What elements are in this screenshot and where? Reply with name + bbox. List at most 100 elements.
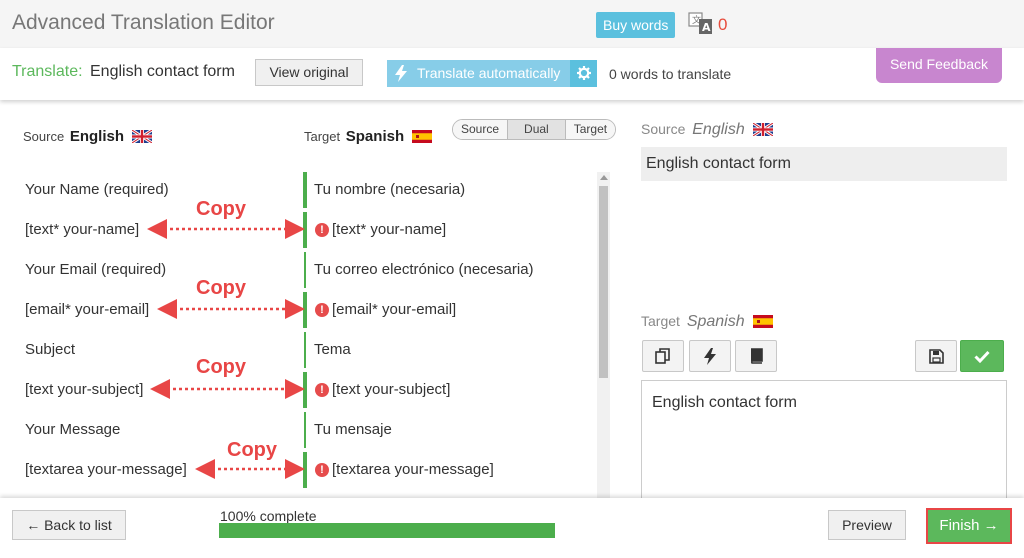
segment-list-scrollbar[interactable] [597, 172, 610, 498]
uk-flag-icon [131, 130, 152, 143]
segment-row[interactable]: Subject Tema [0, 330, 600, 370]
uk-flag-icon [752, 123, 773, 136]
target-column-header: Target Spanish [304, 128, 432, 145]
words-to-translate: 0 words to translate [609, 66, 732, 82]
finish-button[interactable]: Finish → [926, 508, 1012, 544]
source-text: Your Message [25, 421, 121, 438]
segment-status-bar [303, 292, 307, 328]
view-original-button[interactable]: View original [255, 59, 363, 86]
translate-label: Translate: [12, 63, 83, 80]
copy-icon [655, 348, 670, 364]
target-text[interactable]: [text your-subject] [332, 381, 450, 398]
source-text: Your Email (required) [25, 261, 167, 278]
target-text[interactable]: [email* your-email] [332, 301, 456, 318]
bolt-icon [704, 347, 716, 365]
copy-annotation-label: Copy [227, 439, 277, 461]
view-mode-dual[interactable]: Dual [508, 120, 566, 139]
segment-status-bar [303, 212, 307, 248]
view-mode-source[interactable]: Source [453, 120, 509, 139]
credits-count: 0 [718, 15, 728, 34]
view-mode-target[interactable]: Target [565, 120, 616, 139]
save-icon [928, 348, 944, 364]
progress-text: 100% complete [220, 508, 317, 524]
segment-row[interactable]: [email* your-email] ! [email* your-email… [0, 290, 600, 330]
source-text: [textarea your-message] [25, 461, 187, 478]
back-to-list-button[interactable]: ← Back to list [12, 510, 126, 540]
progress-fill [219, 523, 555, 538]
gear-icon [576, 66, 591, 80]
save-button[interactable] [915, 340, 957, 372]
segment-status-bar [303, 452, 307, 488]
sub-header: Translate: English contact form View ori… [0, 48, 1024, 100]
document-name: English contact form [90, 63, 235, 80]
segment-row[interactable]: [text* your-name] ! [text* your-name] [0, 210, 600, 250]
source-prefix: Source [23, 129, 65, 144]
complete-segment-button[interactable] [960, 340, 1004, 372]
segment-status-bar [304, 412, 306, 448]
target-language: Spanish [345, 128, 405, 145]
segment-list: Your Name (required) Tu nombre (necesari… [0, 170, 600, 498]
target-text[interactable]: [text* your-name] [332, 221, 446, 238]
target-editor[interactable]: English contact form [641, 380, 1007, 510]
source-text: Subject [25, 341, 76, 358]
target-text[interactable]: Tu mensaje [314, 421, 392, 438]
right-source-label: Source [641, 121, 686, 137]
buy-words-button[interactable]: Buy words [596, 12, 676, 38]
error-icon: ! [315, 223, 329, 237]
target-text[interactable]: [textarea your-message] [332, 461, 494, 478]
source-text: [text* your-name] [25, 221, 140, 238]
translate-credits-icon: 文 A [688, 12, 712, 34]
copy-annotation-label: Copy [196, 356, 246, 378]
app-title: Advanced Translation Editor [12, 11, 275, 34]
target-text[interactable]: Tema [314, 341, 351, 358]
target-prefix: Target [304, 129, 341, 144]
segment-row[interactable]: Your Email (required) Tu correo electrón… [0, 250, 600, 290]
right-target-language: Spanish [686, 313, 745, 330]
progress-bar [219, 523, 555, 538]
error-icon: ! [315, 303, 329, 317]
segment-status-bar [304, 252, 306, 288]
right-target-label: Target [641, 313, 680, 329]
source-preview-box: English contact form [641, 147, 1007, 181]
source-text: Your Name (required) [25, 181, 169, 198]
copy-annotation-label: Copy [196, 198, 246, 220]
source-text: [email* your-email] [25, 301, 150, 318]
scroll-thumb[interactable] [599, 186, 608, 378]
translate-automatically-button[interactable]: Translate automatically [387, 60, 570, 87]
source-text: [text your-subject] [25, 381, 144, 398]
view-mode-toggle: Source Dual Target [452, 119, 617, 140]
footer-bar: ← Back to list 100% complete Preview Fin… [0, 498, 1024, 558]
send-feedback-button[interactable]: Send Feedback [876, 48, 1002, 83]
target-text[interactable]: Tu nombre (necesaria) [314, 181, 465, 198]
segment-row[interactable]: Your Message Tu mensaje [0, 410, 600, 450]
copy-source-button[interactable] [642, 340, 684, 372]
right-source-language: English [692, 121, 745, 138]
copy-annotation-label: Copy [196, 277, 246, 299]
right-source-header: Source English [641, 121, 773, 139]
machine-translate-button[interactable] [689, 340, 731, 372]
segment-status-bar [303, 172, 307, 208]
glossary-button[interactable] [735, 340, 777, 372]
error-icon: ! [315, 463, 329, 477]
segment-status-bar [304, 332, 306, 368]
book-icon [750, 348, 763, 364]
translate-automatically-label: Translate automatically [417, 65, 561, 81]
svg-text:A: A [702, 21, 711, 34]
segment-row[interactable]: [text your-subject] ! [text your-subject… [0, 370, 600, 410]
preview-button[interactable]: Preview [828, 510, 906, 540]
bolt-icon [395, 65, 407, 82]
check-icon [974, 350, 990, 363]
spain-flag-icon [752, 315, 773, 328]
title-bar: Advanced Translation Editor Buy words 文 … [0, 0, 1024, 48]
segment-status-bar [303, 372, 307, 408]
auto-translate-settings-button[interactable] [570, 60, 597, 87]
right-target-header: Target Spanish [641, 313, 773, 331]
segment-row[interactable]: Your Name (required) Tu nombre (necesari… [0, 170, 600, 210]
source-language: English [69, 128, 124, 145]
scroll-up-arrow-icon[interactable] [600, 175, 608, 180]
spain-flag-icon [411, 130, 432, 143]
error-icon: ! [315, 383, 329, 397]
segment-row[interactable]: [textarea your-message] ! [textarea your… [0, 450, 600, 490]
target-text[interactable]: Tu correo electrónico (necesaria) [314, 261, 534, 278]
source-column-header: Source English [23, 128, 152, 145]
